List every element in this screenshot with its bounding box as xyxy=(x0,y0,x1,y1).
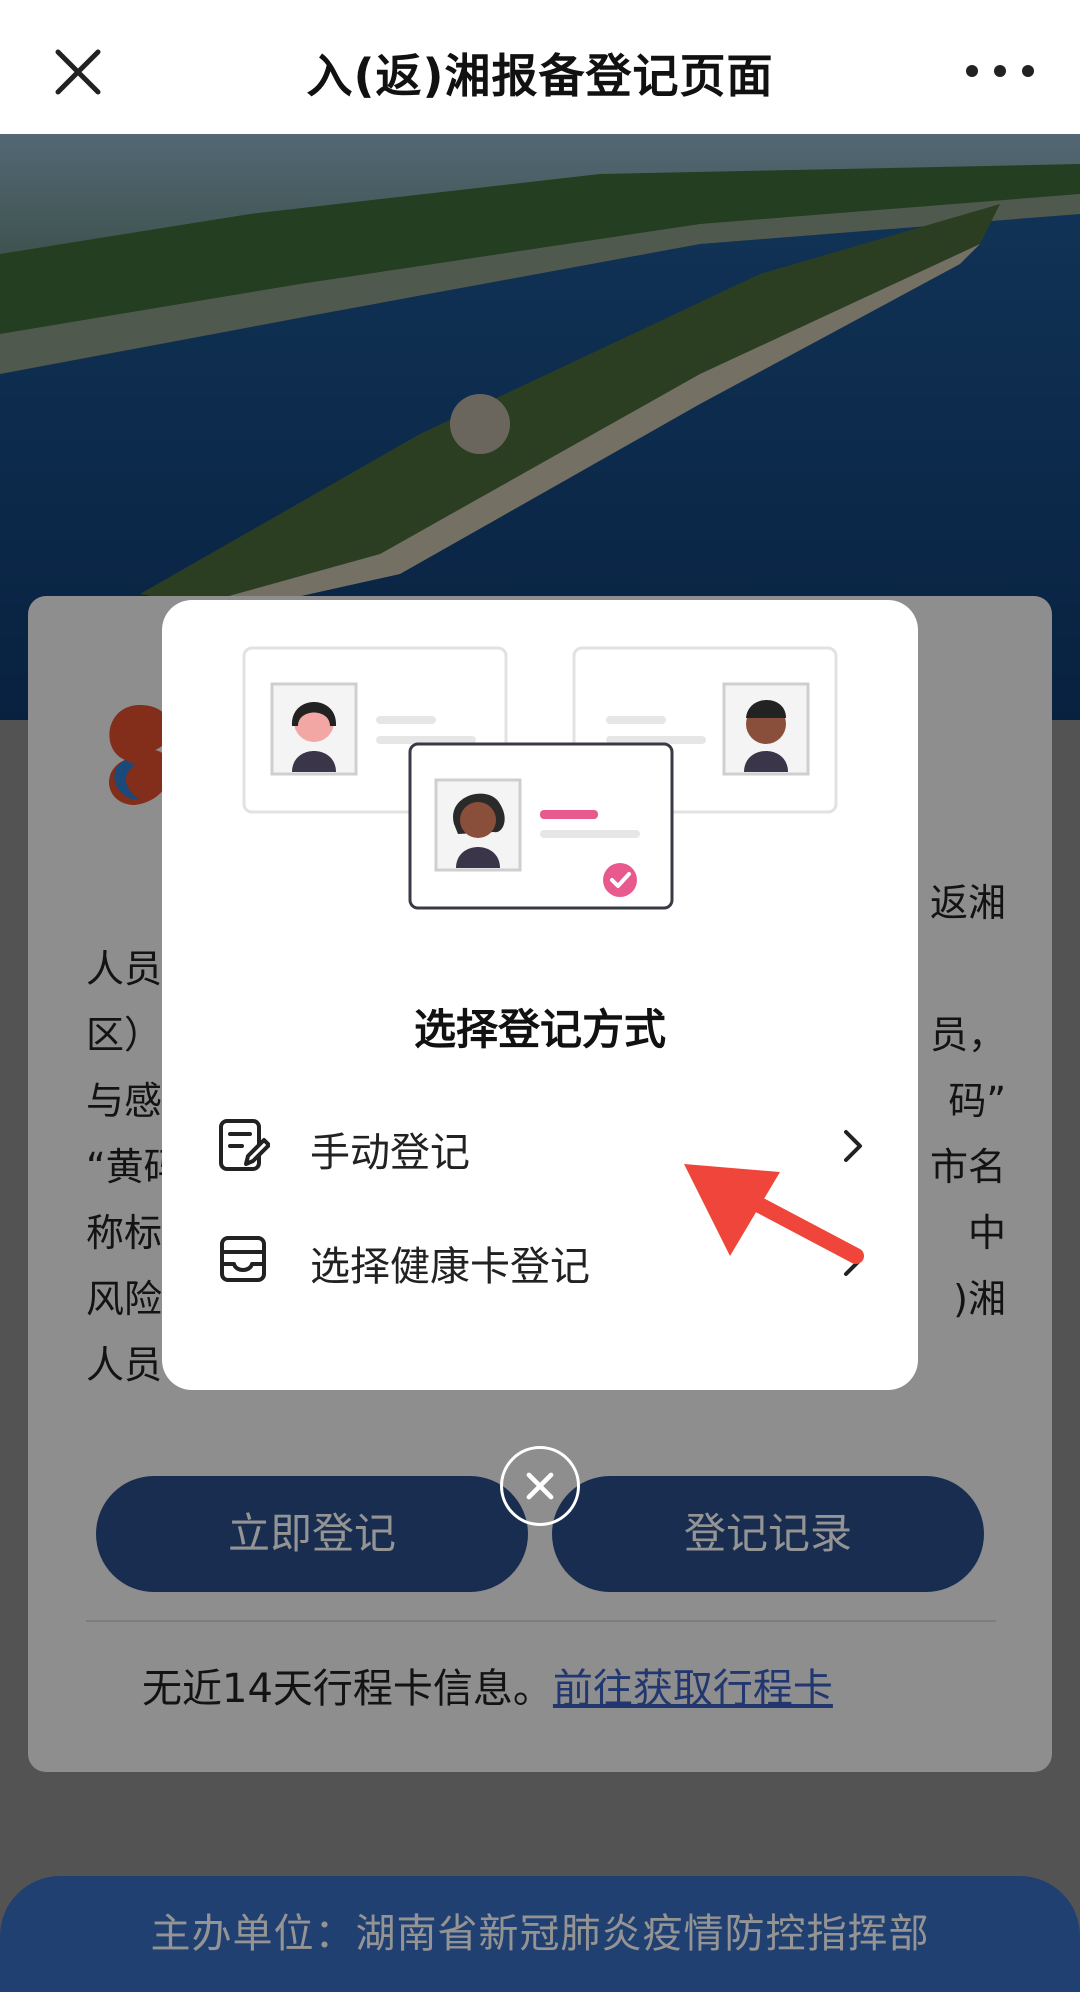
red-arrow-annotation xyxy=(684,1164,864,1264)
id-cards-illustration xyxy=(242,646,838,910)
option-label: 选择健康卡登记 xyxy=(310,1244,590,1290)
edit-document-icon xyxy=(219,1119,270,1171)
card-icon xyxy=(220,1236,266,1282)
option-label: 手动登记 xyxy=(310,1130,470,1176)
page-title: 入(返)湘报备登记页面 xyxy=(306,49,774,103)
dialog-title: 选择登记方式 xyxy=(413,1005,666,1054)
top-nav-bar: 入(返)湘报备登记页面 xyxy=(0,0,1080,134)
dialog-close-button[interactable] xyxy=(500,1446,580,1526)
more-options-icon[interactable] xyxy=(960,56,1040,86)
